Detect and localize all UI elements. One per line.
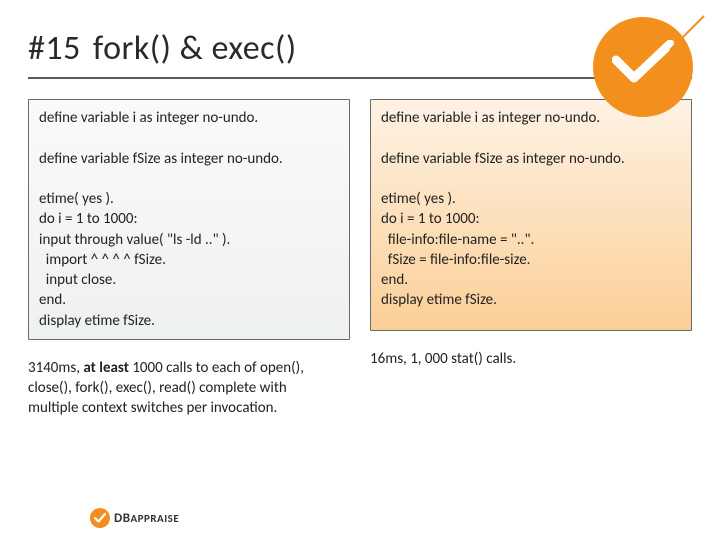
swoosh-icon xyxy=(668,14,706,52)
right-column: define variable i as integer no-undo. de… xyxy=(370,99,692,419)
right-caption: 16ms, 1, 000 stat() calls. xyxy=(370,349,680,369)
slide: #15 fork() & exec() define variable i as … xyxy=(0,0,720,540)
columns: define variable i as integer no-undo. de… xyxy=(28,99,692,419)
code-box-left: define variable i as integer no-undo. de… xyxy=(28,99,350,340)
footer-brand-text: DBAPPRAISE xyxy=(114,511,179,526)
left-column: define variable i as integer no-undo. de… xyxy=(28,99,350,419)
slide-number: #15 xyxy=(28,28,81,69)
code-box-right: define variable i as integer no-undo. de… xyxy=(370,99,692,331)
footer-checkmark-icon xyxy=(93,511,107,525)
slide-title-text: fork() & exec() xyxy=(93,28,297,69)
footer-disc-icon xyxy=(90,508,110,528)
checkmark-icon xyxy=(612,40,674,86)
footer-rest: APPRAISE xyxy=(130,512,179,525)
left-caption: 3140ms, at least 1000 calls to each of o… xyxy=(28,358,338,419)
brand-logo xyxy=(588,12,698,122)
footer-db: DB xyxy=(114,511,130,526)
title-row: #15 fork() & exec() xyxy=(28,28,692,79)
footer-logo: DBAPPRAISE xyxy=(90,508,179,528)
left-caption-bold: at least xyxy=(83,359,129,377)
left-caption-pre: 3140ms, xyxy=(28,359,83,377)
